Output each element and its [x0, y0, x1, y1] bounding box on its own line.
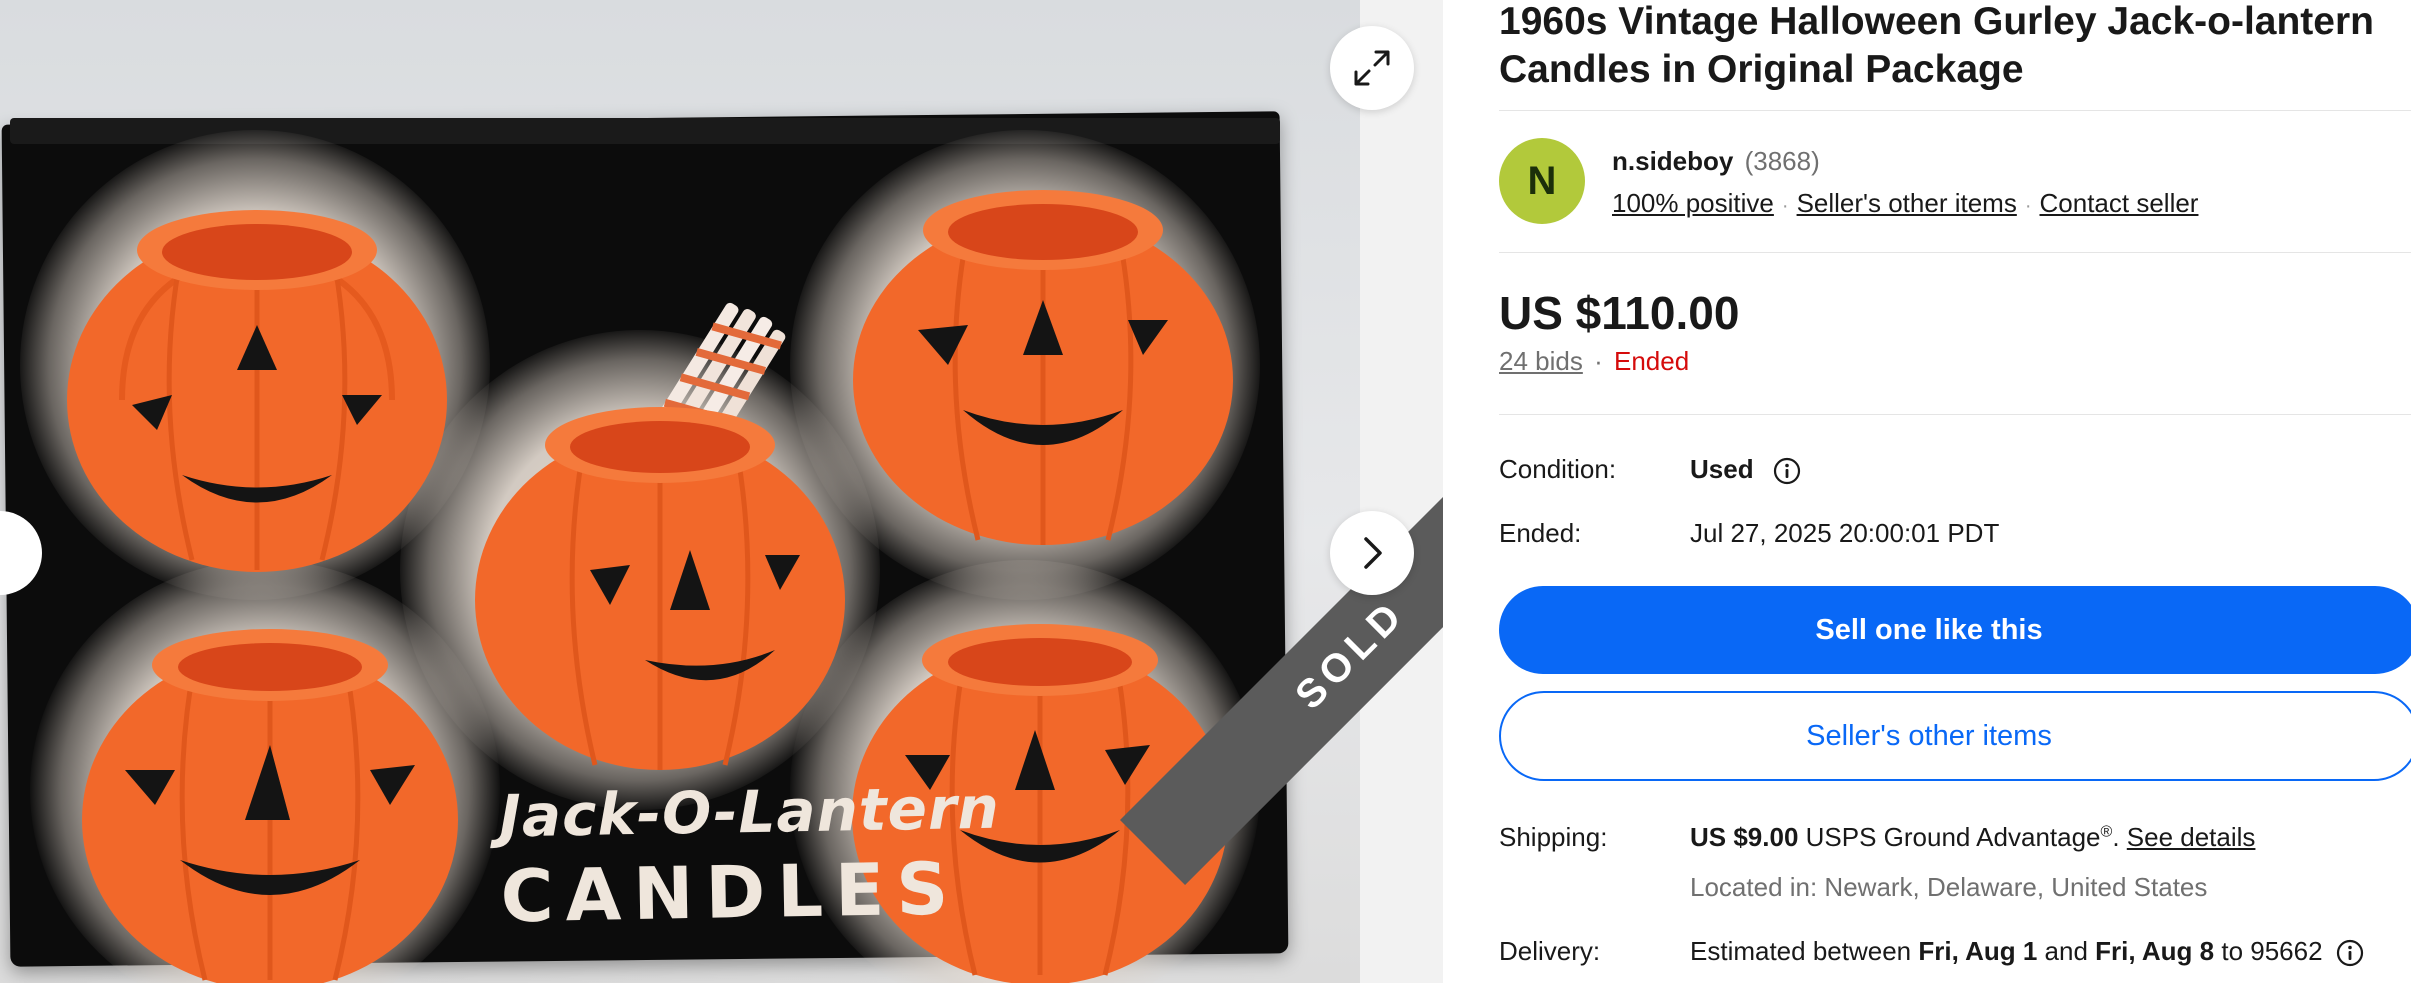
seller-name-row: n.sideboy (3868): [1612, 146, 1820, 177]
item-location: Located in: Newark, Delaware, United Sta…: [1690, 872, 2208, 902]
contact-seller-link[interactable]: Contact seller: [2040, 188, 2199, 218]
seller-other-items-link[interactable]: Seller's other items: [1797, 188, 2017, 218]
pumpkin-candle: [62, 190, 452, 580]
listing-info-panel: 1960s Vintage Halloween Gurley Jack-o-la…: [1499, 0, 2411, 983]
listing-status: Ended: [1613, 346, 1690, 376]
condition-label: Condition:: [1499, 454, 1617, 484]
pumpkin-candle: [80, 620, 460, 983]
bid-count-link[interactable]: 24 bids: [1499, 346, 1583, 376]
info-icon[interactable]: [2336, 939, 2364, 967]
delivery-value: Estimated between Fri, Aug 1 and Fri, Au…: [1690, 936, 2364, 967]
listing-title-line-1: 1960s Vintage Halloween Gurley Jack-o-la…: [1499, 0, 2374, 43]
condition-value: Used: [1690, 454, 1754, 484]
brand-line-1: Jack-O-Lantern: [498, 773, 1001, 851]
bids-status-row: 24 bids · Ended: [1499, 346, 1689, 377]
next-image-button[interactable]: [1330, 511, 1414, 595]
listing-title-line-2: Candles in Original Package: [1499, 48, 2024, 91]
image-gallery[interactable]: Jack-O-Lantern CANDLES SOLD: [0, 0, 1443, 983]
separator-dot: ·: [1781, 195, 1789, 217]
seller-avatar[interactable]: N: [1499, 138, 1585, 224]
info-icon[interactable]: [1773, 457, 1801, 485]
delivery-end-date: Fri, Aug 8: [2095, 936, 2215, 966]
listing-title: 1960s Vintage Halloween Gurley Jack-o-la…: [1499, 0, 2374, 94]
sell-one-like-this-button[interactable]: Sell one like this: [1499, 586, 2411, 674]
ended-label: Ended:: [1499, 518, 1582, 548]
ended-value: Jul 27, 2025 20:00:01 PDT: [1690, 518, 2000, 548]
expand-icon: [1354, 50, 1390, 86]
seller-positive-link[interactable]: 100% positive: [1612, 188, 1774, 218]
shipping-value: US $9.00 USPS Ground Advantage®. See det…: [1690, 822, 2255, 853]
shipping-service: USPS Ground Advantage: [1805, 822, 2101, 852]
package-brand-text: Jack-O-Lantern CANDLES: [499, 774, 1002, 939]
sellers-other-items-button[interactable]: Seller's other items: [1499, 691, 2411, 781]
shipping-label: Shipping:: [1499, 822, 1608, 852]
expand-image-button[interactable]: [1330, 26, 1414, 110]
separator-dot: ·: [2024, 195, 2032, 217]
chevron-right-icon: [1364, 537, 1382, 569]
pumpkin-candle: [470, 395, 850, 775]
divider: [1499, 252, 2411, 253]
separator-dot: ·: [1594, 346, 1603, 376]
delivery-to: to: [2221, 936, 2244, 966]
divider: [1499, 414, 2411, 415]
seller-name[interactable]: n.sideboy: [1612, 146, 1733, 176]
see-details-link[interactable]: See details: [2127, 822, 2256, 852]
delivery-and: and: [2044, 936, 2088, 966]
registered-mark: ®: [2100, 823, 2113, 841]
divider: [1499, 110, 2411, 111]
delivery-prefix: Estimated between: [1690, 936, 1912, 966]
pumpkin-candle: [848, 180, 1238, 550]
brand-line-2: CANDLES: [499, 846, 961, 939]
delivery-start-date: Fri, Aug 1: [1918, 936, 2038, 966]
delivery-zip[interactable]: 95662: [2250, 936, 2322, 966]
shipping-price: US $9.00: [1690, 822, 1799, 852]
item-price: US $110.00: [1499, 287, 1740, 339]
condition-value-wrap: Used: [1690, 454, 2090, 485]
seller-links: 100% positive · Seller's other items · Conta…: [1612, 188, 2198, 219]
delivery-label: Delivery:: [1499, 936, 1601, 966]
gallery-edge: [1360, 0, 1443, 983]
shipping-period: .: [2112, 822, 2120, 852]
seller-feedback-count[interactable]: (3868): [1745, 146, 1820, 176]
